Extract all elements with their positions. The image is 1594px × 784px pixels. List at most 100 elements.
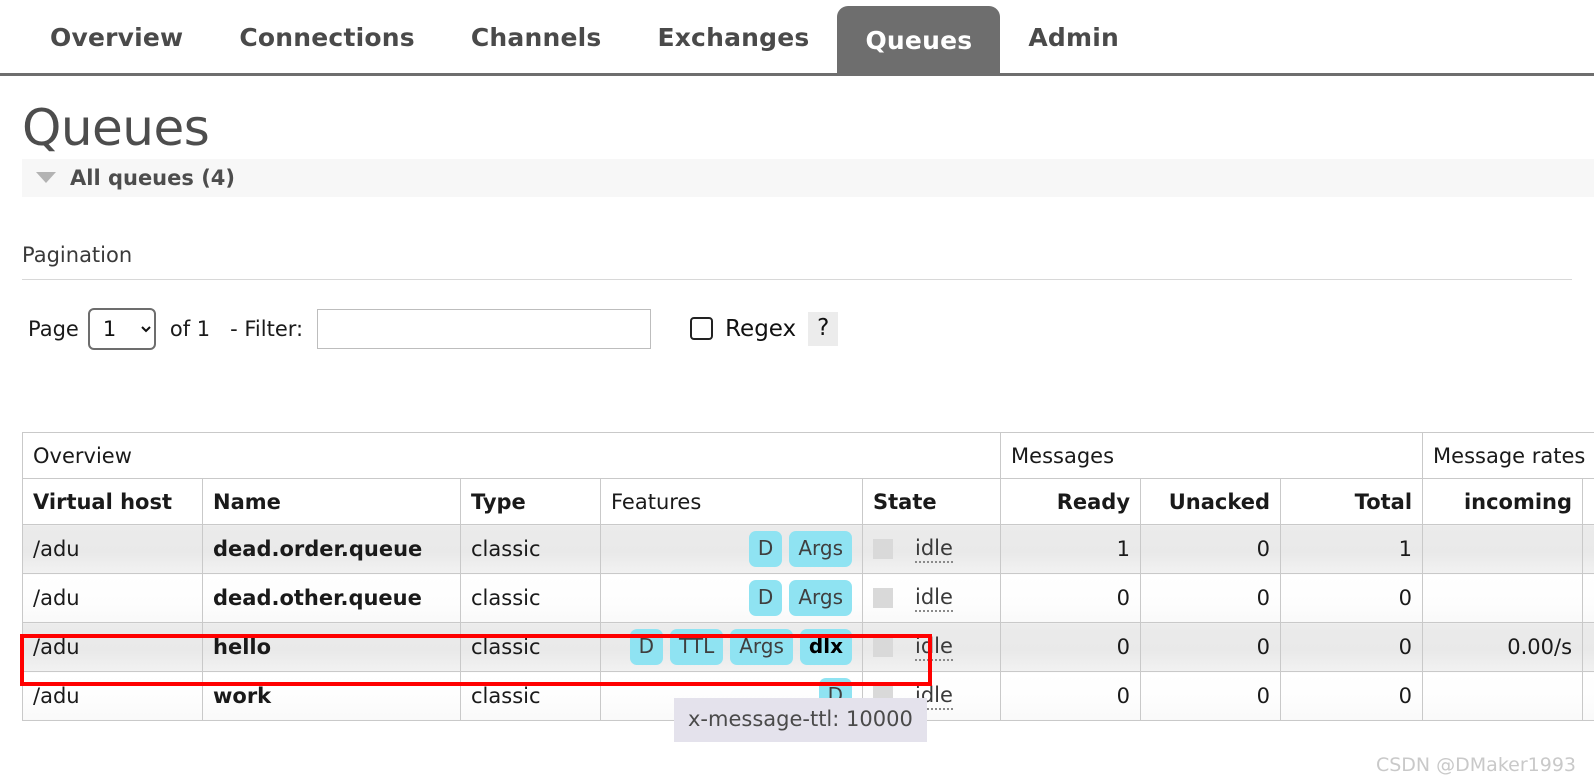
cell-deliver-get <box>1582 524 1594 574</box>
feature-badge-args[interactable]: Args <box>789 531 852 567</box>
column-header-deliver-get[interactable]: deliver / get <box>1582 478 1594 525</box>
queue-name-link[interactable]: dead.order.queue <box>202 524 461 574</box>
nav-tab-admin[interactable]: Admin <box>1000 0 1147 76</box>
table-row[interactable]: /adu dead.other.queue classic D Args idle 0 0 0 <box>22 573 1594 623</box>
queue-name-link[interactable]: hello <box>202 622 461 672</box>
feature-badge-args[interactable]: Args <box>789 580 852 616</box>
cell-virtual-host: /adu <box>22 622 203 672</box>
cell-incoming <box>1422 573 1584 623</box>
nav-tab-channels[interactable]: Channels <box>443 0 630 76</box>
cell-state: idle <box>861 622 1002 672</box>
feature-tooltip: x-message-ttl: 10000 <box>674 698 927 742</box>
table-column-header-row: Virtual host Name Type Features State Ready Un… <box>22 478 1594 525</box>
column-header-incoming[interactable]: incoming <box>1422 478 1584 525</box>
all-queues-section-toggle[interactable]: All queues (4) <box>22 158 1594 197</box>
filter-label: - Filter: <box>230 316 304 341</box>
cell-state: idle <box>861 524 1002 574</box>
cell-ready: 0 <box>1000 671 1142 721</box>
feature-badge-d[interactable]: D <box>629 629 664 665</box>
feature-badge-d[interactable]: D <box>748 580 783 616</box>
column-header-state[interactable]: State <box>861 478 1002 525</box>
queue-name-link[interactable]: work <box>202 671 461 721</box>
group-header-messages: Messages <box>1000 432 1424 479</box>
status-badge[interactable]: idle <box>915 634 953 661</box>
nav-tab-connections[interactable]: Connections <box>211 0 442 76</box>
feature-badge-args[interactable]: Args <box>730 629 793 665</box>
cell-incoming: 0.00/s <box>1422 622 1584 672</box>
feature-badge-ttl[interactable]: TTL <box>670 629 724 665</box>
table-row[interactable]: /adu hello classic D TTL Args dlx idle 0 0 0 0.00/s <box>22 622 1594 672</box>
cell-unacked: 0 <box>1140 622 1282 672</box>
column-header-features[interactable]: Features <box>600 478 863 525</box>
group-header-overview: Overview <box>21 432 1002 479</box>
column-header-virtual-host[interactable]: Virtual host <box>22 478 203 525</box>
queues-table: Overview Messages Message rates Virtual ho… <box>21 432 1594 721</box>
cell-virtual-host: /adu <box>22 524 203 574</box>
page-label: Page <box>28 316 79 341</box>
nav-tab-queues[interactable]: Queues <box>837 6 1001 76</box>
queues-table-body: /adu dead.order.queue classic D Args idle 1 0 1/… <box>22 524 1594 721</box>
chevron-down-icon <box>36 172 56 183</box>
cell-total: 1 <box>1280 524 1424 574</box>
feature-badge-dlx[interactable]: dlx <box>799 629 852 665</box>
regex-checkbox[interactable] <box>690 317 714 340</box>
cell-state: idle <box>861 573 1002 623</box>
cell-ready: 0 <box>1000 573 1142 623</box>
cell-type: classic <box>460 573 601 623</box>
cell-incoming <box>1422 524 1584 574</box>
cell-incoming <box>1422 671 1584 721</box>
status-badge[interactable]: idle <box>915 585 953 612</box>
column-header-name[interactable]: Name <box>202 478 461 525</box>
cell-features: D TTL Args dlx <box>600 622 863 672</box>
pagination-controls: Page 1 of 1 - Filter: Regex ? <box>28 307 1594 350</box>
cell-features: D Args <box>600 524 863 574</box>
cell-unacked: 0 <box>1140 671 1282 721</box>
nav-tab-list: Overview Connections Channels Exchanges Queu… <box>22 0 1594 76</box>
group-header-message-rates: Message rates <box>1422 432 1594 479</box>
cell-type: classic <box>460 671 601 721</box>
queue-name-link[interactable]: dead.other.queue <box>202 573 461 623</box>
regex-help-button[interactable]: ? <box>808 311 839 346</box>
cell-ready: 0 <box>1000 622 1142 672</box>
column-header-type[interactable]: Type <box>460 478 601 525</box>
cell-virtual-host: /adu <box>22 671 203 721</box>
nav-tab-exchanges[interactable]: Exchanges <box>629 0 837 76</box>
cell-deliver-get <box>1582 573 1594 623</box>
feature-badge-d[interactable]: D <box>748 531 783 567</box>
state-indicator-icon <box>873 588 893 608</box>
column-header-ready[interactable]: Ready <box>1000 478 1142 525</box>
nav-tab-overview[interactable]: Overview <box>22 0 211 76</box>
cell-features: D Args <box>600 573 863 623</box>
table-row[interactable]: /adu dead.order.queue classic D Args idle 1 0 1 <box>22 524 1594 574</box>
all-queues-label: All queues (4) <box>70 165 235 190</box>
rabbitmq-management-page: Overview Connections Channels Exchanges Queu… <box>0 0 1594 784</box>
regex-label: Regex <box>725 315 797 342</box>
state-indicator-icon <box>873 539 893 559</box>
cell-deliver-get <box>1582 671 1594 721</box>
filter-input[interactable] <box>317 308 652 349</box>
cell-total: 0 <box>1280 573 1424 623</box>
cell-type: classic <box>460 622 601 672</box>
cell-deliver-get <box>1582 622 1594 672</box>
queues-table-container: Overview Messages Message rates Virtual ho… <box>21 432 1594 721</box>
cell-ready: 1 <box>1000 524 1142 574</box>
column-header-total[interactable]: Total <box>1280 478 1424 525</box>
status-badge[interactable]: idle <box>915 536 953 563</box>
cell-total: 0 <box>1280 622 1424 672</box>
watermark: CSDN @DMaker1993 <box>1375 754 1576 776</box>
main-navigation: Overview Connections Channels Exchanges Queu… <box>0 0 1594 76</box>
page-title: Queues <box>22 99 210 157</box>
cell-virtual-host: /adu <box>22 573 203 623</box>
page-of-label: of 1 <box>169 316 211 341</box>
state-indicator-icon <box>873 637 893 657</box>
cell-type: classic <box>460 524 601 574</box>
column-header-unacked[interactable]: Unacked <box>1140 478 1282 525</box>
pagination-divider <box>22 278 1572 280</box>
cell-unacked: 0 <box>1140 573 1282 623</box>
queues-table-head: Overview Messages Message rates Virtual ho… <box>21 432 1594 525</box>
page-select[interactable]: 1 <box>87 307 156 350</box>
pagination-heading: Pagination <box>22 242 133 267</box>
table-group-header-row: Overview Messages Message rates <box>21 432 1594 479</box>
cell-total: 0 <box>1280 671 1424 721</box>
cell-unacked: 0 <box>1140 524 1282 574</box>
